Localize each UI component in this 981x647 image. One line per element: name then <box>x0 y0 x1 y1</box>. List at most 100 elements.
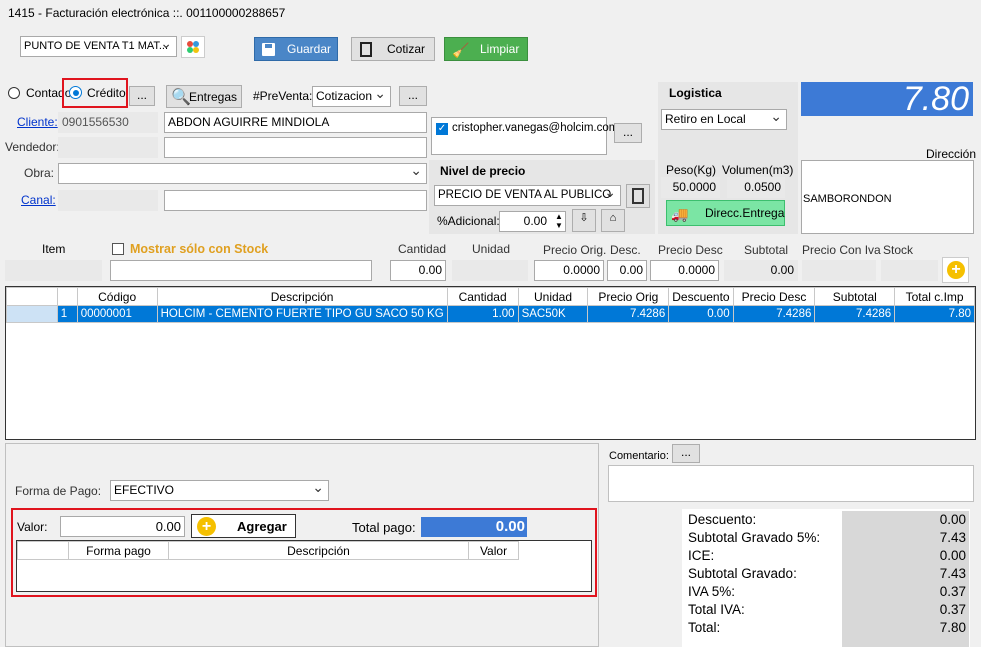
credit-radio[interactable] <box>69 86 82 99</box>
email-checkbox[interactable]: ✓ <box>436 123 448 135</box>
payment-form-select[interactable]: EFECTIVO <box>110 480 329 501</box>
clear-label: Limpiar <box>480 42 520 56</box>
summary-row: Total: 7.80 <box>688 619 966 637</box>
grid-header-total[interactable]: Total c.Imp <box>894 287 975 306</box>
disc-price-input[interactable]: 0.0000 <box>650 260 719 281</box>
comment-more-button[interactable]: ... <box>672 444 700 463</box>
delivery-truck-icon: 🚚 <box>671 206 689 222</box>
summary-value: 0.00 <box>939 548 966 563</box>
stock-field <box>881 260 938 281</box>
prepurchase-select[interactable]: Cotizacion <box>312 86 391 107</box>
payment-grid-rowsel <box>17 541 69 560</box>
cash-radio[interactable] <box>8 87 20 99</box>
seller-label: Vendedor: <box>5 140 60 154</box>
comment-input[interactable] <box>608 465 974 502</box>
seller-code-field[interactable] <box>58 137 158 158</box>
summary-label: Subtotal Gravado: <box>688 566 797 581</box>
amount-input[interactable]: 0.00 <box>60 516 185 537</box>
table-row[interactable]: 1 00000001 HOLCIM - CEMENTO FUERTE TIPO … <box>6 305 975 323</box>
add-payment-button[interactable]: + Agregar <box>191 514 296 538</box>
work-select[interactable] <box>58 163 427 184</box>
quote-button[interactable]: Cotizar <box>351 37 435 61</box>
client-id-field[interactable]: 0901556530 <box>58 112 158 133</box>
item-description-field[interactable] <box>110 260 372 281</box>
payment-grid-header-description[interactable]: Descripción <box>168 541 469 560</box>
unit-field <box>452 260 528 281</box>
grid-header-description[interactable]: Descripción <box>156 287 448 306</box>
channel-link[interactable]: Canal: <box>21 193 56 207</box>
additional-label: %Adicional: <box>437 214 500 228</box>
address-label: Dirección <box>926 147 977 161</box>
disc-label: Desc. <box>610 243 641 257</box>
grid-header-discount[interactable]: Descuento <box>668 287 734 306</box>
weight-label: Peso(Kg) <box>666 163 717 177</box>
qty-label: Cantidad <box>398 242 447 256</box>
disc-input[interactable]: 0.00 <box>607 260 647 281</box>
item-code-field[interactable] <box>5 260 102 281</box>
logistics-mode-select[interactable]: Retiro en Local <box>661 109 787 130</box>
summary-value: 0.37 <box>939 602 966 617</box>
stock-only-checkbox[interactable] <box>112 243 124 255</box>
percent-down-button[interactable]: ⇩ <box>572 209 596 232</box>
search-icon: 🔍 <box>171 89 191 106</box>
summary-label: ICE: <box>688 548 715 563</box>
row-description: HOLCIM - CEMENTO FUERTE TIPO GU SACO 50 … <box>156 305 448 323</box>
qty-input[interactable]: 0.00 <box>390 260 446 281</box>
seller-name-field[interactable] <box>164 137 427 158</box>
price-level-select[interactable]: PRECIO DE VENTA AL PUBLICO <box>434 185 621 206</box>
channel-name-field[interactable] <box>164 190 427 211</box>
items-grid[interactable]: Código Descripción Cantidad Unidad Preci… <box>5 286 976 440</box>
add-item-button[interactable]: + <box>942 257 969 283</box>
price-iva-field <box>802 260 876 281</box>
client-link[interactable]: Cliente: <box>17 115 58 129</box>
clear-button[interactable]: 🧹 Limpiar <box>444 37 528 61</box>
email-list[interactable]: ✓ cristopher.vanegas@holcim.com <box>431 117 618 155</box>
prepurchase-more-button[interactable]: ... <box>399 86 427 106</box>
save-button[interactable]: Guardar <box>254 37 338 61</box>
prepurchase-label: #PreVenta: <box>253 89 313 103</box>
grid-header-code[interactable]: Código <box>76 287 158 306</box>
payment-grid-header-value[interactable]: Valor <box>468 541 519 560</box>
channel-code-field[interactable] <box>58 190 158 211</box>
work-label: Obra: <box>24 166 55 180</box>
summary-panel: Descuento: 0.00 Subtotal Gravado 5%: 7.43 IC… <box>682 509 970 647</box>
delivery-address-button[interactable]: 🚚 Direcc.Entrega <box>666 200 785 226</box>
row-selector[interactable] <box>6 305 58 323</box>
grid-header-orig-price[interactable]: Precio Orig <box>587 287 670 306</box>
quote-label: Cotizar <box>387 42 426 56</box>
address-box[interactable]: SAMBORONDON <box>801 160 974 234</box>
total-paid-label: Total pago: <box>352 520 416 535</box>
credit-more-button[interactable]: ... <box>129 86 155 106</box>
additional-spinner[interactable]: ▲ ▼ <box>555 212 563 230</box>
summary-label: Descuento: <box>688 512 757 527</box>
deliveries-button[interactable]: 🔍 Entregas <box>166 85 242 108</box>
percent-up-button[interactable]: ⌂ <box>601 209 625 232</box>
price-calculator-button[interactable] <box>626 184 650 208</box>
grid-header-subtotal[interactable]: Subtotal <box>814 287 896 306</box>
row-unit: SAC50K <box>517 305 589 323</box>
grid-header-disc-price[interactable]: Precio Desc <box>732 287 816 306</box>
color-palette-button[interactable] <box>181 36 205 58</box>
summary-label: IVA 5%: <box>688 584 736 599</box>
stock-only-label: Mostrar sólo con Stock <box>130 242 269 256</box>
payment-grid-header-form[interactable]: Forma pago <box>68 541 169 560</box>
grid-header-unit[interactable]: Unidad <box>517 287 589 306</box>
price-level-title: Nivel de precio <box>440 164 526 178</box>
window-title: 1415 - Facturación electrónica ::. 00110… <box>8 6 286 20</box>
email-more-button[interactable]: ... <box>614 123 642 143</box>
grid-header-qty[interactable]: Cantidad <box>446 287 519 306</box>
email-value: cristopher.vanegas@holcim.com <box>452 122 619 134</box>
home-icon: ⌂ <box>609 212 617 224</box>
stock-label: Stock <box>883 243 914 257</box>
payments-grid[interactable]: Forma pago Descripción Valor <box>16 540 592 592</box>
point-of-sale-select[interactable]: PUNTO DE VENTA T1 MAT... <box>20 36 177 57</box>
amount-label: Valor: <box>17 520 48 534</box>
orig-price-input[interactable]: 0.0000 <box>534 260 604 281</box>
subtotal-field: 0.00 <box>724 260 798 281</box>
row-subtotal: 7.4286 <box>814 305 896 323</box>
summary-label: Total IVA: <box>688 602 745 617</box>
plus-icon: + <box>947 261 965 279</box>
item-label: Item <box>42 242 66 256</box>
deliveries-label: Entregas <box>188 90 238 104</box>
client-name-field[interactable]: ABDON AGUIRRE MINDIOLA <box>164 112 427 133</box>
